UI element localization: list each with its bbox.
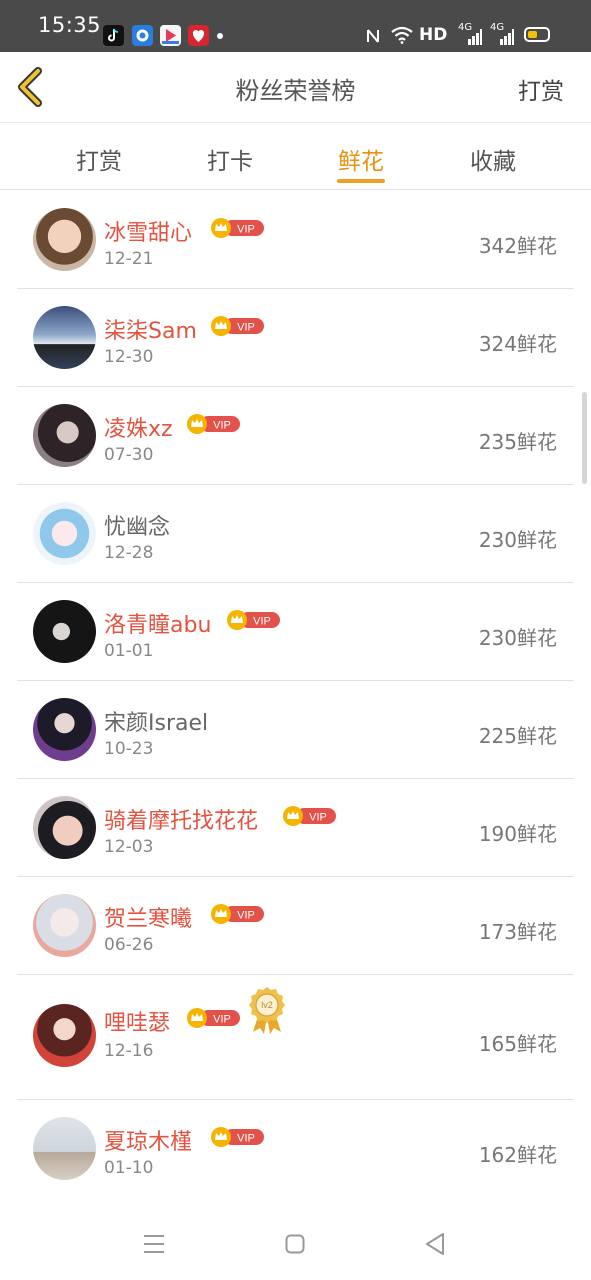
fan-name[interactable]: 宋颜Israel [104, 705, 208, 737]
tab-bar: 打赏 打卡 鲜花 收藏 [0, 123, 591, 190]
list-item[interactable]: 贺兰寒曦 VIP 06-26 173鲜花 [17, 877, 574, 975]
avatar[interactable] [33, 502, 96, 565]
fan-date: 12-21 [104, 249, 154, 269]
home-icon [285, 1234, 305, 1254]
tab-favorites[interactable]: 收藏 [443, 142, 543, 176]
svg-text:VIP: VIP [213, 1014, 231, 1026]
flower-count: 165鲜花 [478, 1032, 557, 1056]
list-item[interactable]: 凌姝xz VIP 07-30 235鲜花 [17, 387, 574, 485]
fan-date: 12-03 [104, 837, 154, 857]
fan-date: 12-28 [104, 543, 154, 563]
fan-name[interactable]: 忧幽念 [104, 509, 170, 541]
fan-date: 06-26 [104, 935, 154, 955]
list-item[interactable]: 夏琼木槿 VIP 01-10 162鲜花 [17, 1100, 574, 1198]
wifi-icon [391, 26, 413, 48]
vip-badge: VIP [187, 414, 240, 434]
fan-date: 12-30 [104, 347, 154, 367]
heart-app-icon [188, 25, 209, 46]
svg-text:VIP: VIP [237, 1133, 255, 1145]
signal-2-icon [492, 29, 514, 49]
back-nav-button[interactable] [424, 1232, 446, 1260]
fan-name[interactable]: 哩哇瑟 [104, 1005, 170, 1037]
vip-badge: VIP [211, 218, 264, 238]
notification-dot [217, 33, 223, 39]
flower-count: 342鲜花 [478, 234, 557, 258]
fan-date: 07-30 [104, 445, 154, 465]
avatar[interactable] [33, 1004, 96, 1067]
avatar[interactable] [33, 1117, 96, 1180]
level-medal-icon: lv2 [249, 987, 285, 1034]
hd-label: HD [419, 25, 448, 45]
avatar[interactable] [33, 404, 96, 467]
avatar[interactable] [33, 208, 96, 271]
list-item[interactable]: 洛青瞳abu VIP 01-01 230鲜花 [17, 583, 574, 681]
fan-name[interactable]: 洛青瞳abu [104, 607, 211, 639]
back-triangle-icon [426, 1233, 444, 1255]
top-bar: 粉丝荣誉榜 打赏 [0, 52, 591, 123]
fan-date: 01-01 [104, 641, 154, 661]
tab-flowers[interactable]: 鲜花 [311, 142, 411, 176]
home-button[interactable] [285, 1234, 305, 1258]
fan-date: 01-10 [104, 1158, 154, 1178]
menu-button[interactable] [143, 1234, 165, 1258]
flower-count: 173鲜花 [478, 920, 557, 944]
svg-text:VIP: VIP [309, 812, 327, 824]
status-bar: 15:35 HD 4G 4G [0, 0, 591, 52]
tab-checkin[interactable]: 打卡 [180, 142, 280, 176]
vip-badge: VIP [227, 610, 280, 630]
avatar[interactable] [33, 600, 96, 663]
battery-icon [524, 27, 550, 42]
fan-name[interactable]: 夏琼木槿 [104, 1124, 192, 1156]
video-app-icon [160, 25, 181, 46]
flower-count: 190鲜花 [478, 822, 557, 846]
fan-date: 12-16 [104, 1041, 154, 1061]
browser-icon [132, 25, 153, 46]
list-item[interactable]: 骑着摩托找花花 VIP 12-03 190鲜花 [17, 779, 574, 877]
flower-count: 162鲜花 [478, 1143, 557, 1167]
nfc-icon [366, 28, 380, 48]
svg-text:VIP: VIP [253, 616, 271, 628]
svg-text:VIP: VIP [237, 910, 255, 922]
flower-count: 230鲜花 [478, 528, 557, 552]
avatar[interactable] [33, 698, 96, 761]
signal-1-icon [460, 29, 482, 49]
list-item[interactable]: 忧幽念 12-28 230鲜花 [17, 485, 574, 583]
svg-text:VIP: VIP [237, 322, 255, 334]
svg-text:lv2: lv2 [261, 1000, 273, 1010]
svg-text:VIP: VIP [237, 224, 255, 236]
page-title: 粉丝荣誉榜 [235, 77, 356, 105]
vip-badge: VIP [211, 316, 264, 336]
vip-badge: VIP [211, 904, 264, 924]
fan-name[interactable]: 冰雪甜心 [104, 215, 192, 247]
fan-list: 冰雪甜心 VIP 12-21 342鲜花 柒柒Sam VIP 12-30 324… [17, 191, 574, 1198]
vip-badge: VIP [283, 806, 336, 826]
svg-text:VIP: VIP [213, 420, 231, 432]
fan-name[interactable]: 凌姝xz [104, 411, 173, 443]
avatar[interactable] [33, 894, 96, 957]
vip-badge: VIP [211, 1127, 264, 1147]
active-tab-indicator [337, 179, 385, 183]
list-item[interactable]: 冰雪甜心 VIP 12-21 342鲜花 [17, 191, 574, 289]
tab-reward[interactable]: 打赏 [49, 142, 149, 176]
flower-count: 324鲜花 [478, 332, 557, 356]
vip-badge: VIP [187, 1008, 240, 1028]
list-item[interactable]: 哩哇瑟 VIP lv2 12-16 165鲜花 [17, 975, 574, 1100]
fan-name[interactable]: 骑着摩托找花花 [104, 803, 258, 835]
menu-icon [144, 1235, 164, 1253]
scrollbar[interactable] [582, 392, 587, 484]
flower-count: 225鲜花 [478, 724, 557, 748]
system-nav-bar [0, 1196, 591, 1280]
tiktok-icon [103, 25, 124, 46]
reward-button[interactable]: 打赏 [518, 72, 564, 106]
avatar[interactable] [33, 306, 96, 369]
fan-name[interactable]: 贺兰寒曦 [104, 901, 192, 933]
flower-count: 235鲜花 [478, 430, 557, 454]
list-item[interactable]: 宋颜Israel 10-23 225鲜花 [17, 681, 574, 779]
flower-count: 230鲜花 [478, 626, 557, 650]
fan-date: 10-23 [104, 739, 154, 759]
avatar[interactable] [33, 796, 96, 859]
list-item[interactable]: 柒柒Sam VIP 12-30 324鲜花 [17, 289, 574, 387]
status-time: 15:35 [38, 13, 102, 37]
fan-name[interactable]: 柒柒Sam [104, 313, 197, 345]
